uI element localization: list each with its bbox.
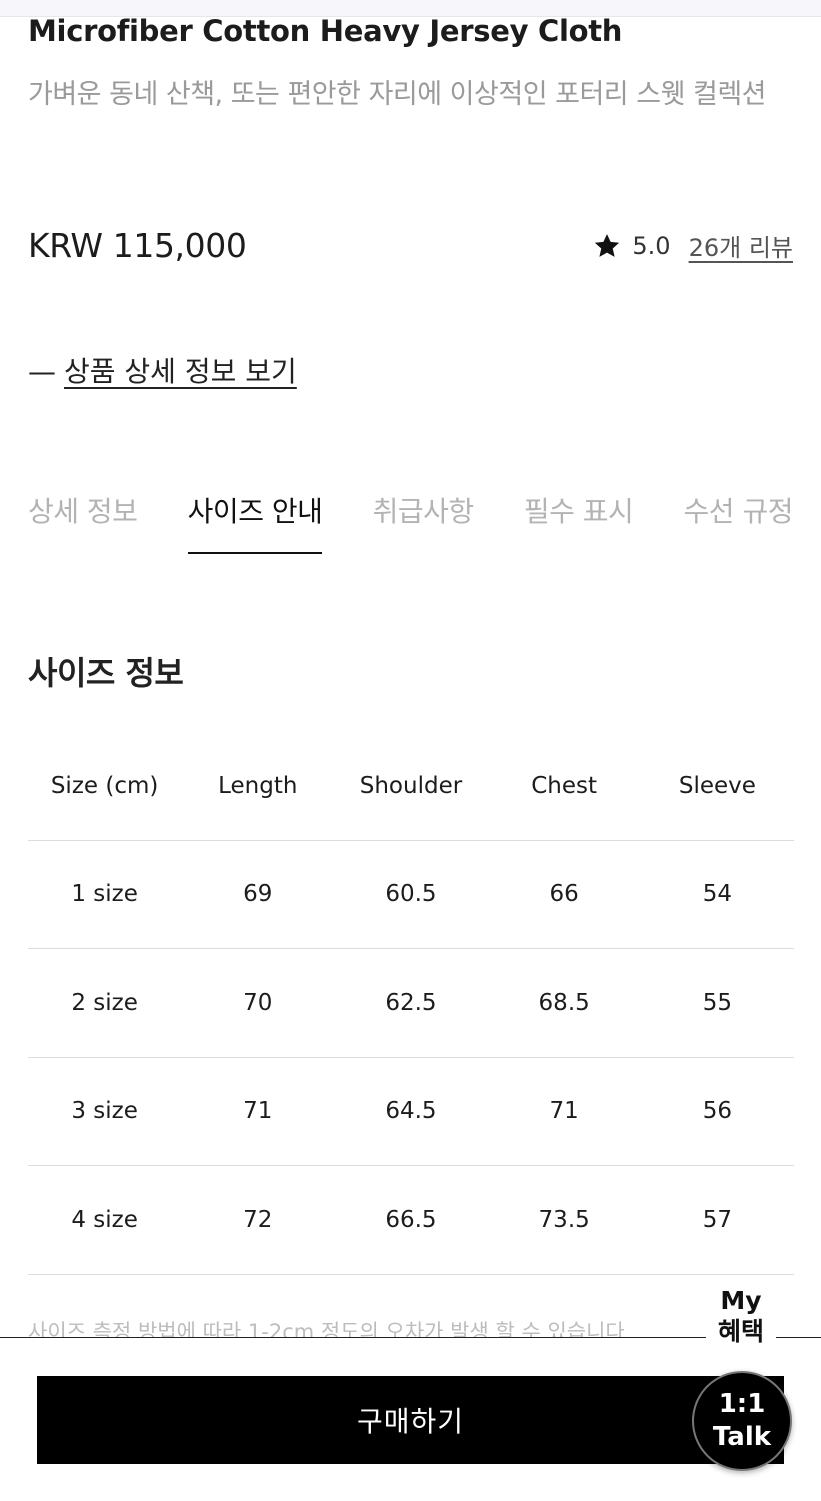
rating-value: 5.0 xyxy=(632,231,671,260)
talk-label-line2: Talk xyxy=(712,1422,772,1452)
my-benefit-label-line2: 혜택 xyxy=(717,1317,764,1346)
header-sleeve: Sleeve xyxy=(678,773,756,800)
tab-required-info[interactable]: 필수 표시 xyxy=(524,490,634,552)
toggle-dash: — xyxy=(28,355,56,388)
review-count-link[interactable]: 26개 리뷰 xyxy=(689,228,793,263)
star-icon xyxy=(595,233,620,257)
table-row: 3 size 71 64.5 71 56 xyxy=(28,1057,794,1166)
table-cell: 1 size xyxy=(71,881,138,908)
table-cell: 73.5 xyxy=(538,1206,590,1233)
product-description: 가벼운 동네 산책, 또는 편안한 자리에 이상적인 포터리 스웻 컬렉션 xyxy=(28,79,767,110)
table-cell: 2 size xyxy=(71,989,138,1016)
table-cell: 3 size xyxy=(71,1098,138,1125)
table-cell: 71 xyxy=(243,1098,273,1125)
header-length: Length xyxy=(218,773,298,800)
table-row: 1 size 69 60.5 66 54 xyxy=(28,840,794,949)
tab-size-guide[interactable]: 사이즈 안내 xyxy=(187,490,323,554)
table-cell: 71 xyxy=(549,1098,579,1125)
header-chest: Chest xyxy=(531,773,598,800)
tab-detail-info[interactable]: 상세 정보 xyxy=(28,490,138,552)
table-cell: 57 xyxy=(702,1206,733,1233)
table-cell: 66 xyxy=(549,881,579,908)
table-cell: 64.5 xyxy=(385,1098,437,1125)
product-detail-toggle[interactable]: — 상품 상세 정보 보기 xyxy=(28,350,297,390)
info-tabs: 상세 정보 사이즈 안내 취급사항 필수 표시 수선 규정 xyxy=(28,490,793,554)
table-row: 2 size 70 62.5 68.5 55 xyxy=(28,948,794,1058)
table-cell: 60.5 xyxy=(385,881,437,908)
table-cell: 70 xyxy=(243,989,273,1016)
toggle-label: 상품 상세 정보 보기 xyxy=(64,355,297,388)
product-price: KRW 115,000 xyxy=(28,226,247,265)
header-size: Size (cm) xyxy=(50,773,159,800)
product-name: Microfiber Cotton Heavy Jersey Cloth xyxy=(28,14,623,48)
table-cell: 62.5 xyxy=(385,989,437,1016)
size-table: Size (cm) Length Shoulder Chest Sleeve 1… xyxy=(28,733,794,1275)
my-benefit-label-line1: My xyxy=(720,1286,762,1315)
table-cell: 4 size xyxy=(71,1206,138,1233)
table-cell: 66.5 xyxy=(385,1206,437,1233)
table-header-row: Size (cm) Length Shoulder Chest Sleeve xyxy=(28,733,794,840)
talk-button[interactable]: 1:1 Talk xyxy=(692,1371,792,1471)
talk-label-line1: 1:1 xyxy=(718,1389,766,1419)
my-benefit-button[interactable]: My 혜택 xyxy=(706,1276,776,1356)
table-cell: 55 xyxy=(702,989,733,1016)
table-cell: 72 xyxy=(243,1206,273,1233)
table-cell: 56 xyxy=(702,1098,733,1125)
table-cell: 69 xyxy=(243,881,273,908)
header-shoulder: Shoulder xyxy=(359,773,463,800)
size-section-title: 사이즈 정보 xyxy=(28,654,184,692)
table-cell: 54 xyxy=(702,881,733,908)
table-cell: 68.5 xyxy=(538,989,590,1016)
rating-summary: 5.0 26개 리뷰 xyxy=(592,228,793,263)
buy-button[interactable]: 구매하기 xyxy=(37,1376,784,1464)
tab-repair-policy[interactable]: 수선 규정 xyxy=(684,490,794,552)
tab-care[interactable]: 취급사항 xyxy=(373,490,475,552)
table-row: 4 size 72 66.5 73.5 57 xyxy=(28,1165,794,1274)
